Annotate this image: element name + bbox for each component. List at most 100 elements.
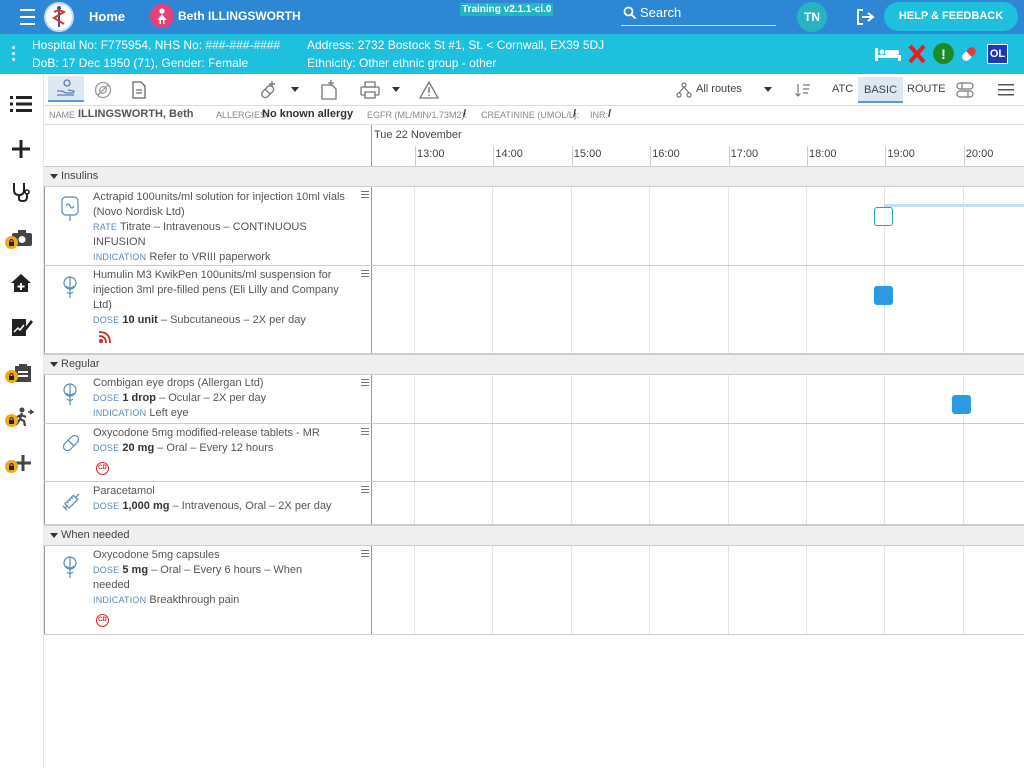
dose-given-marker[interactable]	[952, 395, 971, 414]
medication-row[interactable]: Oxycodone 5mg capsules DOSE 5 mg – Oral …	[44, 546, 1024, 635]
dose-given-marker[interactable]	[874, 286, 893, 305]
lock-icon	[5, 414, 18, 427]
app-logo[interactable]	[44, 2, 74, 32]
indication-label: INDICATION	[93, 408, 147, 418]
name-label: NAME	[49, 110, 76, 120]
medication-row[interactable]: Combigan eye drops (Allergan Ltd) DOSE 1…	[44, 375, 1024, 424]
ol-badge[interactable]: OL	[987, 44, 1008, 64]
row-menu-icon[interactable]	[361, 270, 369, 277]
warnings-button[interactable]	[418, 79, 440, 101]
medication-details: Humulin M3 KwikPen 100units/ml suspensio…	[93, 268, 355, 328]
toolbar-menu-button[interactable]	[996, 82, 1016, 98]
print-button[interactable]	[358, 79, 382, 101]
patient-dob-gender: DoB: 17 Dec 1950 (71), Gender: Female	[32, 56, 249, 70]
indication-label: INDICATION	[93, 595, 147, 605]
medication-button[interactable]	[958, 43, 980, 65]
medication-details: Actrapid 100units/ml solution for inject…	[93, 190, 355, 265]
stethoscope-icon	[13, 183, 30, 203]
medication-details: Combigan eye drops (Allergan Ltd) DOSE 1…	[93, 376, 355, 421]
sidebar-item-discharge-locked[interactable]	[0, 404, 44, 434]
basic-view-button[interactable]: BASIC	[858, 77, 904, 103]
row-menu-icon[interactable]	[361, 550, 369, 557]
search-icon	[623, 6, 637, 20]
row-menu-icon[interactable]	[361, 428, 369, 435]
help-feedback-button[interactable]: HELP & FEEDBACK	[884, 2, 1018, 31]
hour-gridline	[571, 146, 573, 166]
route-view-button[interactable]: ROUTE	[907, 83, 946, 95]
sidebar-item-add-locked[interactable]	[0, 450, 44, 480]
caduceus-logo-icon	[52, 6, 66, 27]
patient-banner-menu-button[interactable]	[12, 46, 16, 62]
section-when-needed[interactable]: When needed	[44, 525, 1024, 546]
medication-details: Oxycodone 5mg capsules DOSE 5 mg – Oral …	[93, 548, 313, 608]
document-view-button[interactable]	[129, 79, 149, 101]
feed-alert-icon[interactable]	[97, 330, 111, 344]
dose-amount: 1 drop	[122, 392, 156, 404]
sidebar-item-camera-locked[interactable]	[0, 224, 44, 254]
medication-name: Oxycodone 5mg modified-release tablets -…	[93, 427, 320, 439]
hour-label: 20:00	[965, 148, 994, 160]
hamburger-menu-button[interactable]	[17, 9, 37, 25]
hour-label: 14:00	[495, 148, 523, 160]
print-dropdown-caret[interactable]	[392, 87, 400, 92]
sidebar-item-tasks-locked[interactable]	[0, 360, 44, 390]
hour-gridline	[728, 146, 730, 166]
discontinued-view-button[interactable]	[92, 79, 114, 101]
group-view-button[interactable]	[954, 80, 976, 100]
inr-label: INR:	[590, 110, 608, 120]
sort-icon	[795, 84, 810, 97]
medication-row[interactable]: Oxycodone 5mg modified-release tablets -…	[44, 424, 1024, 482]
administer-view-button[interactable]	[48, 76, 84, 102]
creatinine-label: CREATININE (UMOL/L):	[481, 110, 580, 120]
sidebar-item-list[interactable]	[9, 94, 33, 114]
dose-label: DOSE	[93, 393, 120, 403]
row-menu-icon[interactable]	[361, 191, 369, 198]
routes-icon	[676, 82, 692, 98]
capsule-icon	[962, 47, 976, 61]
home-link[interactable]: Home	[89, 9, 125, 24]
dose-amount: 5 mg	[122, 564, 149, 576]
controlled-drug-badge[interactable]: CD	[96, 462, 109, 475]
sidebar-item-clinical[interactable]	[10, 180, 32, 204]
infusion-bag-icon	[60, 195, 80, 223]
sidebar-item-notes[interactable]	[10, 316, 34, 338]
add-dropdown-caret[interactable]	[291, 87, 299, 92]
controlled-drug-badge[interactable]: CD	[96, 614, 109, 627]
add-prescription-button[interactable]	[258, 79, 280, 101]
allergies-value[interactable]: No known allergy	[262, 108, 353, 120]
hand-pill-icon	[57, 79, 75, 96]
alert-button[interactable]: !	[933, 43, 954, 64]
medication-row[interactable]: Humulin M3 KwikPen 100units/ml suspensio…	[44, 266, 1024, 354]
section-regular[interactable]: Regular	[44, 354, 1024, 375]
name-value: ILLINGSWORTH, Beth	[78, 108, 194, 120]
warning-triangle-icon	[419, 81, 439, 99]
search-input[interactable]: Search	[640, 5, 681, 20]
routes-dropdown-caret[interactable]	[764, 87, 772, 92]
order-set-button[interactable]	[319, 79, 339, 101]
user-avatar[interactable]: TN	[797, 2, 827, 32]
red-x-icon	[908, 44, 926, 64]
patient-banner: Hospital No: F775954, NHS No: ###-###-##…	[0, 34, 1024, 74]
medication-row[interactable]: Actrapid 100units/ml solution for inject…	[44, 187, 1024, 266]
sidebar-item-add[interactable]	[10, 138, 32, 160]
row-menu-icon[interactable]	[361, 379, 369, 386]
sidebar-item-home[interactable]	[10, 272, 32, 294]
routes-select[interactable]: All routes	[696, 83, 742, 95]
allergies-label: ALLERGIES:	[216, 110, 269, 120]
logout-button[interactable]	[855, 8, 877, 26]
bed-button[interactable]	[873, 44, 903, 64]
atc-view-button[interactable]: ATC	[832, 83, 853, 95]
medication-name: Paracetamol	[93, 485, 155, 497]
lock-icon	[5, 236, 18, 249]
dose-scheduled-marker[interactable]	[874, 207, 893, 226]
red-x-alert-button[interactable]	[906, 43, 928, 65]
sort-button[interactable]	[794, 82, 812, 98]
row-menu-icon[interactable]	[361, 486, 369, 493]
medication-row[interactable]: Paracetamol DOSE 1,000 mg – Intravenous,…	[44, 482, 1024, 525]
section-insulins[interactable]: Insulins	[44, 166, 1024, 187]
patient-name[interactable]: Beth ILLINGSWORTH	[178, 9, 301, 23]
hour-gridline	[415, 146, 416, 166]
dose-label: DOSE	[93, 501, 120, 511]
search-box[interactable]: Search	[621, 3, 776, 26]
patient-address: Address: 2732 Bostock St #1, St. < Cornw…	[307, 38, 605, 52]
